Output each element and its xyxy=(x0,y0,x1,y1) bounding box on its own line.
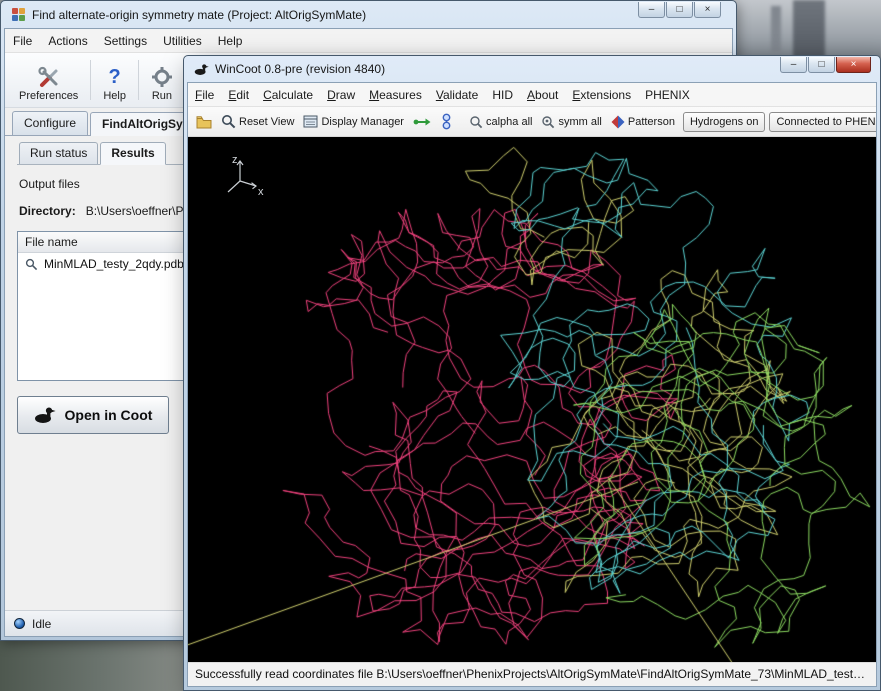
menu-actions[interactable]: Actions xyxy=(40,30,95,52)
wincoot-window-icon xyxy=(194,62,209,77)
menu-measures[interactable]: Measures xyxy=(362,84,429,106)
gl-viewport[interactable]: z x xyxy=(188,137,876,662)
patterson-label: Patterson xyxy=(628,116,675,128)
display-manager-button[interactable]: Display Manager xyxy=(299,113,408,130)
menu-file[interactable]: File xyxy=(188,84,221,106)
axes-gizmo-icon: z x xyxy=(218,151,266,201)
wincoot-window-body: File Edit Calculate Draw Measures Valida… xyxy=(187,82,877,687)
reset-view-label: Reset View xyxy=(239,116,294,128)
green-arrow-icon xyxy=(413,116,431,128)
reset-view-button[interactable]: Reset View xyxy=(217,112,298,131)
open-in-coot-label: Open in Coot xyxy=(65,407,153,423)
axis-x-label: x xyxy=(258,186,264,198)
hydrogens-on-label: Hydrogens on xyxy=(690,116,759,128)
menu-draw[interactable]: Draw xyxy=(320,84,362,106)
minimize-icon: – xyxy=(791,60,797,70)
symm-lens-icon xyxy=(541,115,555,129)
close-icon: × xyxy=(851,60,857,70)
minimize-icon: – xyxy=(649,5,655,15)
run-button[interactable]: Run xyxy=(143,64,181,104)
display-manager-icon xyxy=(303,115,318,128)
phenix-window-title: Find alternate-origin symmetry mate (Pro… xyxy=(32,8,726,22)
toolbar-separator xyxy=(90,60,91,100)
help-button[interactable]: ? Help xyxy=(95,64,134,104)
status-dot-icon xyxy=(14,618,25,629)
folder-icon xyxy=(196,115,212,129)
connected-to-phenix-label: Connected to PHENIX xyxy=(776,116,876,128)
phenix-window-icon xyxy=(11,7,26,22)
help-question-icon: ? xyxy=(109,66,121,88)
maximize-icon: □ xyxy=(676,5,682,15)
phenix-titlebar[interactable]: Find alternate-origin symmetry mate (Pro… xyxy=(4,1,733,28)
menu-calculate[interactable]: Calculate xyxy=(256,84,320,106)
maximize-button[interactable]: □ xyxy=(666,2,693,18)
connected-to-phenix-button[interactable]: Connected to PHENIX xyxy=(769,112,876,132)
menu-settings[interactable]: Settings xyxy=(96,30,155,52)
preferences-tools-icon xyxy=(37,66,61,88)
wincoot-status-text: Successfully read coordinates file B:\Us… xyxy=(195,667,876,681)
wincoot-window-title: WinCoot 0.8-pre (revision 4840) xyxy=(215,62,870,76)
preferences-label: Preferences xyxy=(19,90,78,102)
atom-pair-icon xyxy=(440,113,453,130)
gl-canvas[interactable] xyxy=(188,137,876,662)
desktop-wallpaper-tower-2 xyxy=(771,6,781,52)
wincoot-toolbar: Reset View Display Manager xyxy=(188,107,876,137)
calpha-lens-icon xyxy=(469,115,483,129)
wincoot-menubar: File Edit Calculate Draw Measures Valida… xyxy=(188,83,876,107)
symm-all-label: symm all xyxy=(558,116,601,128)
symm-all-button[interactable]: symm all xyxy=(537,113,605,131)
phenix-window-controls: – □ × xyxy=(638,2,721,18)
maximize-button[interactable]: □ xyxy=(808,57,835,73)
calpha-all-label: calpha all xyxy=(486,116,532,128)
coot-duck-icon xyxy=(34,406,56,424)
close-icon: × xyxy=(705,5,711,15)
directory-label: Directory: xyxy=(19,204,76,218)
file-name: MinMLAD_testy_2qdy.pdb xyxy=(44,257,184,271)
open-coordinates-button[interactable] xyxy=(192,113,216,131)
wincoot-window: WinCoot 0.8-pre (revision 4840) – □ × Fi… xyxy=(183,55,881,691)
maximize-icon: □ xyxy=(818,60,824,70)
wincoot-statusbar: Successfully read coordinates file B:\Us… xyxy=(188,662,876,686)
close-button[interactable]: × xyxy=(836,57,871,73)
phenix-menubar: File Actions Settings Utilities Help xyxy=(5,29,732,53)
go-to-atom-arrow-button[interactable] xyxy=(409,114,435,130)
subtab-run-status[interactable]: Run status xyxy=(19,142,98,164)
minimize-button[interactable]: – xyxy=(780,57,807,73)
menu-about[interactable]: About xyxy=(520,84,565,106)
wincoot-window-controls: – □ × xyxy=(780,57,871,73)
phenix-status-text: Idle xyxy=(32,617,51,631)
desktop-wallpaper-bottom-left xyxy=(0,637,186,691)
menu-hid[interactable]: HID xyxy=(485,84,520,106)
toolbar-separator xyxy=(138,60,139,100)
menu-help[interactable]: Help xyxy=(210,30,251,52)
wincoot-titlebar[interactable]: WinCoot 0.8-pre (revision 4840) – □ × xyxy=(187,56,877,82)
menu-extensions[interactable]: Extensions xyxy=(565,84,638,106)
patterson-button[interactable]: Patterson xyxy=(607,113,679,131)
axis-z-label: z xyxy=(232,154,238,166)
display-manager-label: Display Manager xyxy=(321,116,404,128)
menu-edit[interactable]: Edit xyxy=(221,84,256,106)
atom-pair-button[interactable] xyxy=(436,111,457,132)
run-gear-icon xyxy=(151,66,173,88)
hydrogens-on-button[interactable]: Hydrogens on xyxy=(683,112,766,132)
calpha-all-button[interactable]: calpha all xyxy=(465,113,536,131)
magnifier-icon xyxy=(25,258,38,271)
run-label: Run xyxy=(152,90,172,102)
menu-utilities[interactable]: Utilities xyxy=(155,30,210,52)
desktop-wallpaper-tower xyxy=(793,0,825,58)
patterson-icon xyxy=(611,115,625,129)
menu-phenix[interactable]: PHENIX xyxy=(638,84,697,106)
subtab-results[interactable]: Results xyxy=(100,142,165,165)
tab-configure[interactable]: Configure xyxy=(12,111,88,135)
open-in-coot-button[interactable]: Open in Coot xyxy=(17,396,169,434)
preferences-button[interactable]: Preferences xyxy=(11,64,86,104)
menu-validate[interactable]: Validate xyxy=(429,84,486,106)
menu-file[interactable]: File xyxy=(5,30,40,52)
output-files-label: Output files xyxy=(19,177,80,191)
minimize-button[interactable]: – xyxy=(638,2,665,18)
magnifier-icon xyxy=(221,114,236,129)
help-label: Help xyxy=(103,90,126,102)
close-button[interactable]: × xyxy=(694,2,721,18)
